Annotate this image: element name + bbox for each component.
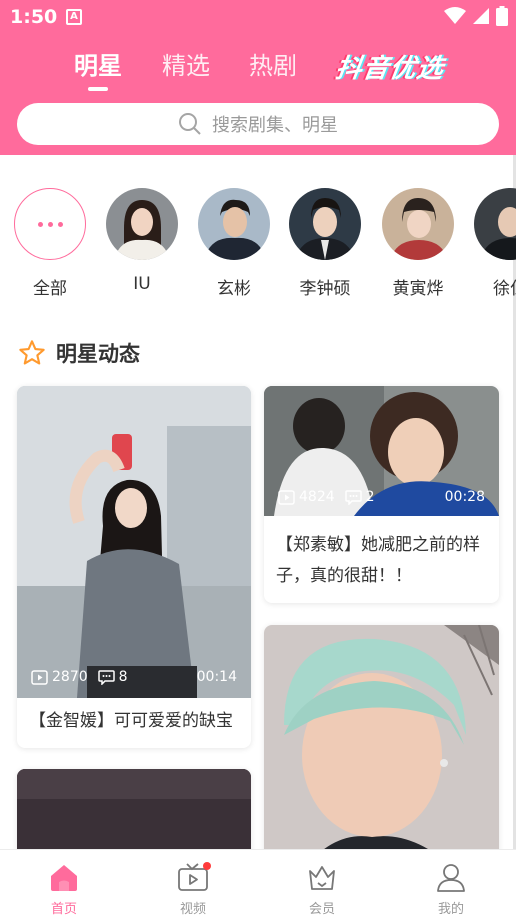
nav-member[interactable]: 会员 (282, 860, 362, 917)
top-tabs: 明星 精选 热剧 抖音优选 (0, 46, 516, 96)
comment-count: 8 (118, 669, 128, 685)
more-dots-icon (14, 188, 86, 260)
video-duration: 00:14 (196, 669, 237, 685)
section-header: 明星动态 (18, 338, 140, 368)
status-icons (444, 6, 508, 26)
nav-label: 我的 (437, 902, 464, 917)
tab-featured[interactable]: 精选 (162, 46, 210, 81)
star-list: 全部 IU 玄彬 李钟硕 黄寅烨 徐仁 (0, 188, 516, 303)
battery-icon (496, 6, 508, 26)
notification-dot (203, 862, 211, 870)
avatar (106, 188, 178, 260)
star-name: 黄寅烨 (392, 279, 444, 299)
status-bar: 1:50 A (0, 0, 516, 36)
video-card[interactable]: 4824 2 00:28 【郑素敏】她减肥之前的样子，真的很甜！！ (264, 386, 499, 603)
video-title: 【郑素敏】她减肥之前的样子，真的很甜！！ (276, 535, 480, 586)
bottom-nav: 首页 视频 会员 我的 (0, 849, 516, 917)
video-stats: 4824 2 00:28 (278, 489, 485, 505)
nav-label: 会员 (308, 902, 335, 917)
user-icon (437, 864, 465, 892)
video-duration: 00:28 (444, 489, 485, 505)
avatar (382, 188, 454, 260)
play-count-icon (31, 669, 48, 685)
star-name: IU (133, 274, 151, 294)
video-stats: 2870 8 00:14 (31, 669, 237, 685)
brand-logo[interactable]: 抖音优选 (333, 48, 446, 85)
star-outline-icon (19, 340, 45, 365)
crown-icon (309, 866, 335, 890)
star-name: 徐仁 (493, 279, 516, 299)
status-time: 1:50 (10, 6, 58, 28)
avatar (474, 188, 516, 260)
search-input[interactable]: 搜索剧集、明星 (17, 103, 499, 145)
active-tab-indicator (88, 87, 108, 91)
video-card[interactable] (264, 625, 499, 869)
star-name: 全部 (33, 279, 67, 299)
tab-hot-dramas[interactable]: 热剧 (249, 46, 297, 81)
tab-stars[interactable]: 明星 (74, 46, 122, 81)
avatar (198, 188, 270, 260)
play-count: 2870 (52, 669, 88, 685)
search-placeholder: 搜索剧集、明星 (212, 115, 338, 136)
nav-label: 视频 (179, 902, 206, 917)
video-thumbnail (264, 625, 499, 869)
play-count-icon (278, 489, 295, 505)
comment-icon (344, 489, 362, 505)
notification-icon: A (66, 9, 82, 25)
star-name: 李钟硕 (299, 279, 351, 299)
video-thumbnail (17, 386, 251, 698)
section-title: 明星动态 (56, 342, 140, 366)
nav-home[interactable]: 首页 (24, 860, 104, 917)
play-count: 4824 (299, 489, 335, 505)
video-card[interactable]: 2870 8 00:14 【金智媛】可可爱爱的缺宝 (17, 386, 251, 748)
nav-profile[interactable]: 我的 (411, 860, 491, 917)
nav-video[interactable]: 视频 (153, 860, 233, 917)
search-icon (179, 113, 201, 135)
home-icon (51, 865, 77, 891)
comment-icon (97, 669, 115, 685)
signal-icon (473, 8, 489, 24)
avatar (289, 188, 361, 260)
comment-count: 2 (365, 489, 375, 505)
wifi-icon (444, 7, 466, 24)
video-title: 【金智媛】可可爱爱的缺宝 (29, 711, 233, 731)
star-name: 玄彬 (217, 279, 251, 299)
header: 1:50 A 明星 精选 热剧 抖音优选 搜索剧集、明星 (0, 0, 516, 155)
nav-label: 首页 (50, 902, 77, 917)
